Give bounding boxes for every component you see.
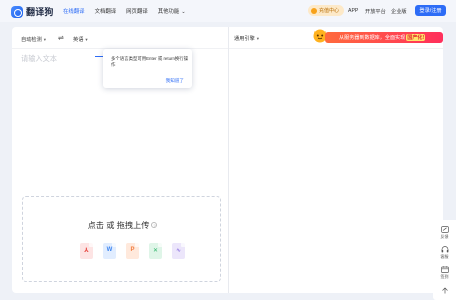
panel-divider [228, 27, 229, 293]
vip-recharge-button[interactable]: 充值中心 [308, 5, 345, 16]
hint-tooltip: 多个语言类型可用Enter 或 return换行操作 我知道了 [103, 49, 192, 88]
image-file-icon: ∿ [172, 243, 187, 261]
back-to-top-button[interactable] [433, 287, 456, 295]
nav-document-translate[interactable]: 文档翻译 [95, 7, 117, 15]
nav-other-label: 其他功能 [157, 9, 180, 15]
file-upload-area[interactable]: 点击 或 拖拽上传? ⅄ W P ✕ ∿ [22, 196, 221, 282]
banner-highlight: 国产化! [406, 34, 426, 41]
signin-button[interactable]: 签到 [433, 266, 456, 280]
source-text-input[interactable]: 请输入文本 [21, 54, 57, 64]
chevron-down-icon: ⌄ [181, 9, 186, 15]
headset-icon [441, 246, 448, 253]
chevron-down-icon: ▾ [85, 37, 88, 42]
calendar-icon [440, 266, 449, 273]
arrow-up-icon [441, 287, 448, 294]
top-navbar: 翻译狗 在线翻译 文档翻译 网页翻译 其他功能 ⌄ 充值中心 APP 开放平台 企… [0, 0, 456, 22]
feedback-label: 反馈 [440, 234, 449, 239]
engine-select[interactable]: 通用引擎 ▾ [234, 35, 259, 42]
edit-icon [440, 226, 449, 233]
excel-file-icon: ✕ [149, 243, 164, 261]
tooltip-text: 多个语言类型可用Enter 或 return换行操作 [111, 56, 189, 67]
source-lang-select[interactable]: 自动检测 ▾ [21, 36, 46, 43]
engine-label: 通用引擎 [234, 36, 255, 42]
app-link[interactable]: APP [348, 8, 358, 14]
app-name: 翻译狗 [26, 7, 54, 17]
help-icon[interactable]: ? [151, 222, 158, 228]
tooltip-dismiss-button[interactable]: 我知道了 [166, 78, 184, 84]
target-lang-select[interactable]: 英语 ▾ [73, 36, 88, 43]
logo-icon [11, 5, 23, 18]
service-label: 客服 [440, 254, 449, 259]
signin-label: 签到 [440, 274, 449, 279]
target-lang-label: 英语 [73, 37, 84, 43]
banner-text: 从服务器到数据库，全面实现 [339, 35, 406, 41]
word-file-icon: W [103, 243, 118, 261]
promo-banner[interactable]: 从服务器到数据库，全面实现 国产化! [325, 32, 443, 43]
upload-title-text: 点击 或 拖拽上传 [87, 221, 150, 230]
vip-label: 充值中心 [319, 8, 340, 14]
main-nav: 在线翻译 文档翻译 网页翻译 其他功能 ⌄ [63, 7, 196, 15]
nav-online-translate[interactable]: 在线翻译 [63, 7, 85, 15]
open-platform-link[interactable]: 开放平台 [365, 8, 386, 15]
chevron-down-icon: ▾ [256, 36, 260, 41]
enterprise-link[interactable]: 企业版 [391, 8, 407, 15]
nav-web-translate[interactable]: 网页翻译 [126, 7, 148, 15]
feedback-button[interactable]: 反馈 [433, 226, 456, 240]
swap-languages-icon[interactable]: ⇌ [58, 34, 64, 42]
logo[interactable]: 翻译狗 [11, 5, 54, 18]
chevron-down-icon: ▾ [43, 37, 47, 42]
upload-title: 点击 或 拖拽上传? [23, 219, 222, 231]
coin-icon [311, 7, 317, 14]
floating-sidebar: 反馈 客服 签到 [433, 220, 456, 300]
login-button[interactable]: 登录/注册 [415, 5, 446, 16]
source-lang-label: 自动检测 [21, 37, 42, 43]
nav-other-features[interactable]: 其他功能 ⌄ [158, 7, 186, 15]
pdf-file-icon: ⅄ [80, 243, 95, 261]
ppt-file-icon: P [126, 243, 141, 261]
translate-panel: 自动检测 ▾ ⇌ 英语 ▾ 请输入文本 多个语言类型可用Enter 或 return… [12, 27, 443, 293]
customer-service-button[interactable]: 客服 [433, 246, 456, 260]
